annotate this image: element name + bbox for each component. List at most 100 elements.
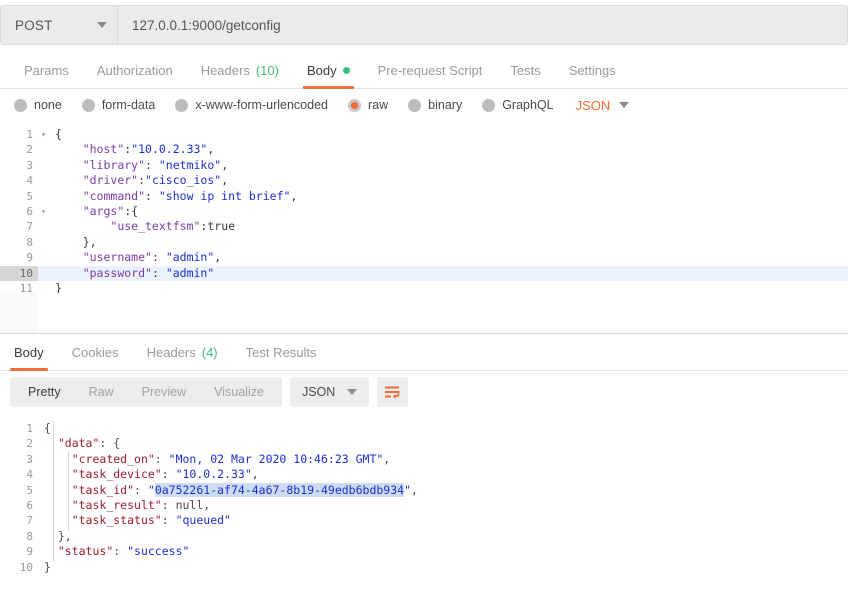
code-line[interactable]: 2 "host":"10.0.2.33", [0, 142, 848, 157]
code-line[interactable]: 7 "task_status": "queued" [0, 513, 848, 528]
http-method-select[interactable]: POST [0, 5, 118, 45]
code-fold-toggle-icon[interactable]: ▾ [38, 127, 49, 142]
code-token: "queued" [175, 513, 231, 528]
code-token: "10.0.2.33" [175, 467, 252, 482]
code-line-text: "data": { [38, 436, 120, 451]
text-wrap-toggle-button[interactable] [377, 377, 409, 407]
http-method-label: POST [15, 17, 53, 33]
radio-icon [482, 98, 496, 112]
code-line[interactable]: 3 "created_on": "Mon, 02 Mar 2020 10:46:… [0, 452, 848, 467]
response-view-raw[interactable]: Raw [75, 377, 128, 407]
line-number: 9 [26, 251, 33, 265]
response-tab-headers[interactable]: Headers (4) [133, 345, 232, 370]
code-line[interactable]: 1 ▾ { [0, 127, 848, 142]
request-tab-tests[interactable]: Tests [496, 63, 554, 88]
line-number: 5 [26, 483, 33, 497]
request-tab-pre-request-script[interactable]: Pre-request Script [364, 63, 497, 88]
code-line-text: { [38, 421, 51, 436]
line-number: 1 [26, 128, 33, 141]
code-token: "args" [82, 203, 125, 218]
radio-icon [348, 98, 361, 112]
line-number: 7 [26, 220, 33, 234]
code-token: "created_on" [71, 451, 155, 466]
code-fold-toggle-icon[interactable]: ▾ [38, 204, 49, 219]
body-format-select[interactable]: JSON [576, 98, 630, 113]
code-line[interactable]: 3 "library": "netmiko", [0, 158, 848, 173]
radio-label: form-data [101, 98, 156, 112]
code-token: } [55, 280, 62, 293]
code-line[interactable]: 9 "status": "success" [0, 544, 848, 559]
code-line[interactable]: 4 "driver":"cisco_ios", [0, 173, 848, 188]
radio-label: binary [428, 98, 463, 112]
code-line-text: "status": "success" [38, 544, 190, 559]
request-url-bar: POST 127.0.0.1:9000/getconfig [0, 5, 848, 45]
line-number: 6 [26, 498, 33, 512]
tab-count-badge: (10) [255, 63, 279, 78]
code-line[interactable]: 2 "data": { [0, 436, 848, 451]
body-type-radio-none[interactable]: none [14, 98, 62, 112]
code-line-text: "task_result": null, [38, 497, 211, 513]
body-type-radio-x-www-form-urlencoded[interactable]: x-www-form-urlencoded [175, 98, 328, 112]
response-tab-body[interactable]: Body [0, 345, 58, 371]
code-line[interactable]: 1{ [0, 421, 848, 436]
code-line[interactable]: 10} [0, 560, 848, 575]
request-tab-settings[interactable]: Settings [555, 63, 630, 88]
code-token: : [138, 173, 146, 188]
code-token: "task_result" [71, 497, 162, 512]
response-tab-test-results[interactable]: Test Results [232, 345, 331, 370]
code-line[interactable]: 6 "task_result": null, [0, 498, 848, 513]
body-type-radio-raw[interactable]: raw [348, 98, 388, 112]
code-token: , [221, 157, 229, 172]
response-view-preview[interactable]: Preview [128, 377, 200, 407]
code-line-text: "created_on": "Mon, 02 Mar 2020 10:46:23… [38, 451, 391, 467]
code-line[interactable]: 4 "task_device": "10.0.2.33", [0, 467, 848, 482]
body-type-radio-graphql[interactable]: GraphQL [482, 98, 554, 112]
code-token: "cisco_ios" [145, 173, 222, 188]
code-line[interactable]: 11} [0, 281, 848, 293]
response-view-pretty[interactable]: Pretty [14, 377, 75, 407]
request-tab-params[interactable]: Params [10, 63, 83, 88]
code-line[interactable]: 8 }, [0, 529, 848, 544]
code-line[interactable]: 8 }, [0, 235, 848, 250]
text-wrap-icon [385, 386, 400, 399]
code-token: , [207, 142, 215, 157]
code-line[interactable]: 5 "command": "show ip int brief", [0, 189, 848, 204]
request-tab-authorization[interactable]: Authorization [83, 63, 187, 88]
code-line-text: "command": "show ip int brief", [49, 188, 298, 204]
code-line[interactable]: 10 "password": "admin" [0, 265, 848, 281]
body-type-radio-binary[interactable]: binary [408, 98, 462, 112]
code-token: "show ip int brief" [158, 188, 291, 203]
tab-label: Headers [200, 63, 250, 78]
code-line[interactable]: 5 "task_id": "0a752261-af74-4a67-8b19-49… [0, 482, 848, 498]
response-tab-cookies[interactable]: Cookies [58, 345, 133, 370]
code-line[interactable]: 6 ▾ "args":{ [0, 204, 848, 219]
code-token: } [44, 559, 51, 574]
code-line-text: "password": "admin" [49, 266, 215, 281]
code-token: "task_device" [71, 467, 162, 482]
response-view-visualize[interactable]: Visualize [200, 377, 278, 407]
response-format-select[interactable]: JSON [289, 377, 370, 407]
code-token: "Mon, 02 Mar 2020 10:46:23 GMT" [168, 451, 384, 466]
code-token: , [203, 497, 211, 512]
code-line-text: } [49, 281, 62, 293]
body-type-radio-form-data[interactable]: form-data [81, 98, 156, 112]
code-line[interactable]: 7 "use_textfsm":true [0, 219, 848, 234]
response-body-editor[interactable]: 1{2 "data": {3 "created_on": "Mon, 02 Ma… [0, 413, 848, 575]
url-input[interactable]: 127.0.0.1:9000/getconfig [118, 5, 848, 45]
code-token: , [411, 482, 418, 497]
code-token: "success" [127, 544, 190, 559]
body-type-radio-group: none form-data x-www-form-urlencoded raw bin… [0, 89, 848, 121]
code-line[interactable]: 9 "username": "admin", [0, 250, 848, 265]
request-body-editor[interactable]: 1 ▾{2 "host":"10.0.2.33", 3 "library": "ne… [0, 121, 848, 293]
line-number: 7 [26, 514, 33, 528]
code-token: : [151, 250, 166, 265]
line-number: 9 [26, 545, 33, 559]
code-token: "command" [82, 188, 146, 203]
line-number: 6 [26, 204, 33, 218]
body-format-label: JSON [575, 97, 611, 113]
request-tab-headers[interactable]: Headers (10) [187, 63, 293, 88]
request-tab-body[interactable]: Body [293, 63, 364, 89]
